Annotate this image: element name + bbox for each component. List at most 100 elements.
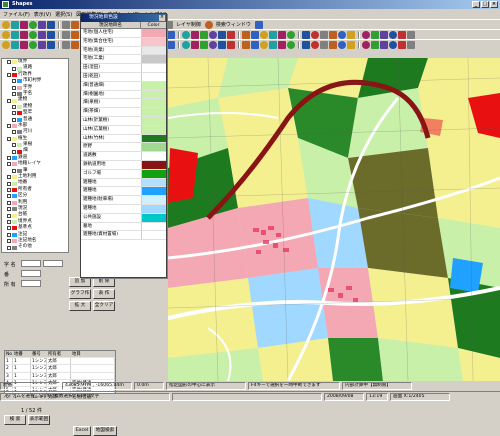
tool-icon[interactable] xyxy=(62,40,70,49)
tool-icon[interactable] xyxy=(191,30,199,39)
tool-icon[interactable] xyxy=(38,20,46,29)
layer-checkbox[interactable] xyxy=(7,72,11,77)
layer-checkbox[interactable] xyxy=(7,213,11,218)
legend-color-swatch[interactable] xyxy=(141,178,166,187)
toolbar-label[interactable]: 検索ウィンドウ xyxy=(214,21,253,28)
legend-color-swatch[interactable] xyxy=(141,231,166,240)
layer-item[interactable]: その他 xyxy=(2,244,68,250)
tool-icon[interactable] xyxy=(251,30,259,39)
layer-checkbox[interactable] xyxy=(7,175,11,180)
legend-row[interactable]: 畑(樹園地) xyxy=(81,90,166,100)
tool-icon[interactable] xyxy=(380,30,388,39)
legend-color-swatch[interactable] xyxy=(141,143,166,152)
tool-icon[interactable] xyxy=(398,30,406,39)
tool-icon[interactable] xyxy=(347,30,355,39)
legend-color-swatch[interactable] xyxy=(141,204,166,213)
tool-icon[interactable] xyxy=(380,40,388,49)
map-view[interactable] xyxy=(168,58,500,381)
tool-icon[interactable] xyxy=(242,40,250,49)
tool-icon[interactable] xyxy=(302,40,310,49)
legend-row[interactable]: 畑(普通畑) xyxy=(81,81,166,91)
tool-icon[interactable] xyxy=(218,30,226,39)
menu-item-2[interactable]: 選択(S) xyxy=(55,11,72,18)
tool-icon[interactable] xyxy=(338,30,346,39)
legend-row[interactable]: 雑種地 xyxy=(81,178,166,188)
table-row[interactable]: 2 1 1シンス 太郎 xyxy=(5,365,115,373)
legend-row[interactable]: ゴルフ場 xyxy=(81,169,166,179)
tool-icon[interactable] xyxy=(20,20,28,29)
aza-field-2[interactable] xyxy=(43,260,63,267)
legend-row[interactable]: 田(湿田) xyxy=(81,64,166,73)
tool-icon[interactable] xyxy=(320,30,328,39)
tool-icon[interactable] xyxy=(200,30,208,39)
tool-icon[interactable] xyxy=(260,40,268,49)
menu-item-0[interactable]: ファイル(F) xyxy=(3,11,30,18)
tool-icon[interactable] xyxy=(407,30,415,39)
layer-checkbox[interactable] xyxy=(12,79,16,84)
layer-checkbox[interactable] xyxy=(7,219,11,224)
minimize-button[interactable]: _ xyxy=(472,1,480,8)
tool-icon[interactable] xyxy=(167,30,175,39)
tool-icon[interactable] xyxy=(191,40,199,49)
tool-icon[interactable] xyxy=(20,30,28,39)
tool-icon[interactable] xyxy=(260,30,268,39)
tool-icon[interactable] xyxy=(227,30,235,39)
layer-checkbox[interactable] xyxy=(7,60,11,65)
tool-icon[interactable] xyxy=(71,30,79,39)
layer-checkbox[interactable] xyxy=(7,207,11,212)
toolbar-label[interactable]: レイヤ制御 xyxy=(174,21,203,28)
graph-button[interactable]: グラフ作 xyxy=(69,289,91,299)
legend-color-swatch[interactable] xyxy=(141,134,166,143)
legend-row[interactable]: 畑(茶畑) xyxy=(81,108,166,117)
map-search-button[interactable]: 地図検索 xyxy=(93,426,117,436)
layer-checkbox[interactable] xyxy=(12,66,16,71)
tool-icon[interactable] xyxy=(204,20,213,29)
layer-checkbox[interactable] xyxy=(7,245,11,250)
owner-field[interactable] xyxy=(21,280,41,287)
legend-row[interactable]: 田(乾田) xyxy=(81,72,166,82)
tool-icon[interactable] xyxy=(11,20,19,29)
tool-icon[interactable] xyxy=(2,20,10,29)
legend-color-swatch[interactable] xyxy=(141,37,166,46)
legend-color-swatch[interactable] xyxy=(141,29,166,37)
legend-row[interactable]: 鉄軌道用地 xyxy=(81,160,166,170)
layer-checkbox[interactable] xyxy=(12,143,16,148)
tool-icon[interactable] xyxy=(389,40,397,49)
tool-icon[interactable] xyxy=(320,40,328,49)
tool-icon[interactable] xyxy=(389,30,397,39)
tool-icon[interactable] xyxy=(278,40,286,49)
layer-checkbox[interactable] xyxy=(12,85,16,90)
legend-color-swatch[interactable] xyxy=(141,169,166,178)
close-button[interactable]: × xyxy=(490,1,498,8)
layer-checkbox[interactable] xyxy=(12,92,16,97)
legend-color-swatch[interactable] xyxy=(141,152,166,160)
tool-icon[interactable] xyxy=(311,40,319,49)
tool-icon[interactable] xyxy=(29,20,37,29)
tool-icon[interactable] xyxy=(71,20,79,29)
table-button[interactable]: 表 作 xyxy=(93,289,115,299)
tool-icon[interactable] xyxy=(362,30,370,39)
tool-icon[interactable] xyxy=(254,20,263,29)
legend-color-swatch[interactable] xyxy=(141,46,166,55)
tool-icon[interactable] xyxy=(251,40,259,49)
layer-checkbox[interactable] xyxy=(7,124,11,129)
legend-color-swatch[interactable] xyxy=(141,64,166,72)
layer-checkbox[interactable] xyxy=(7,188,11,192)
layer-checkbox[interactable] xyxy=(7,226,11,231)
tool-icon[interactable] xyxy=(167,40,175,49)
tool-icon[interactable] xyxy=(278,30,286,39)
table-row[interactable]: 1 1 1シンス 太郎 xyxy=(5,358,115,366)
tool-icon[interactable] xyxy=(287,30,295,39)
legend-row[interactable]: 畑(果樹) xyxy=(81,99,166,109)
tool-icon[interactable] xyxy=(29,40,37,49)
tool-icon[interactable] xyxy=(269,30,277,39)
tool-icon[interactable] xyxy=(62,20,70,29)
map-canvas[interactable] xyxy=(168,58,500,381)
range-button[interactable]: 表示範囲 xyxy=(28,415,50,425)
legend-row[interactable]: 墓地 xyxy=(81,222,166,232)
tool-icon[interactable] xyxy=(269,40,277,49)
tool-icon[interactable] xyxy=(311,30,319,39)
layer-checkbox[interactable] xyxy=(7,98,11,103)
layer-checkbox[interactable] xyxy=(7,136,11,141)
legend-row[interactable]: 山林(広葉樹) xyxy=(81,125,166,135)
